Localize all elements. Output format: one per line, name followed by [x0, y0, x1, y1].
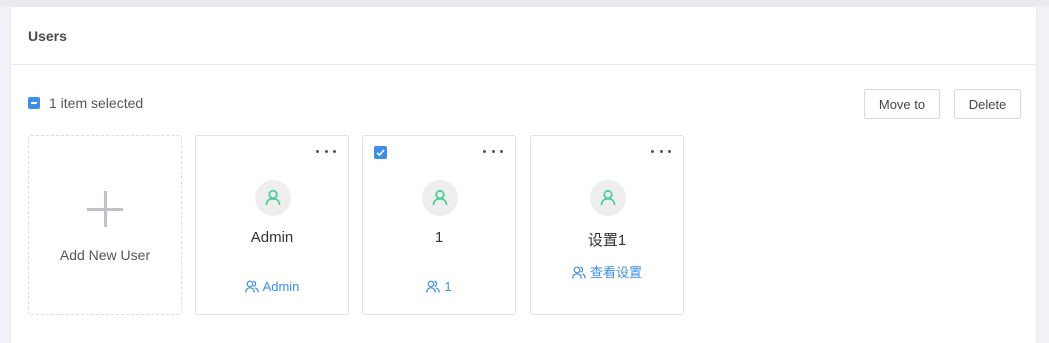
add-user-card[interactable]: Add New User: [28, 135, 182, 315]
panel-title: Users: [28, 27, 67, 44]
user-role-link[interactable]: Admin: [206, 279, 338, 294]
user-card[interactable]: 设置1 查看设置: [530, 135, 684, 315]
avatar: [590, 180, 626, 216]
user-role-label: Admin: [262, 279, 300, 294]
user-card[interactable]: 1 1: [362, 135, 516, 315]
checkbox-checked-icon[interactable]: [374, 146, 387, 159]
more-dots-icon[interactable]: [316, 144, 336, 158]
select-all-checkbox[interactable]: [28, 97, 40, 109]
more-dots-icon[interactable]: [483, 144, 503, 158]
user-icon: [600, 189, 616, 206]
users-group-icon: [426, 280, 441, 293]
avatar: [422, 180, 458, 216]
delete-button[interactable]: Delete: [954, 89, 1021, 119]
user-role-label: 查看设置: [589, 265, 642, 280]
move-to-button[interactable]: Move to: [864, 89, 940, 119]
add-user-label: Add New User: [59, 247, 151, 263]
panel-header: Users: [11, 7, 1036, 65]
user-name: Admin: [250, 229, 294, 246]
user-role-link[interactable]: 查看设置: [571, 265, 643, 280]
selection-count: 1 item selected: [49, 95, 144, 111]
avatar: [255, 180, 291, 216]
more-dots-icon[interactable]: [651, 144, 671, 158]
user-card[interactable]: Admin Admin: [195, 135, 349, 315]
plus-icon: [87, 191, 123, 227]
users-group-icon: [244, 280, 259, 293]
user-icon: [432, 189, 448, 206]
selection-toolbar: 1 item selected Move to Delete: [11, 89, 1036, 121]
user-icon: [265, 189, 281, 206]
user-name: 1: [434, 229, 444, 246]
user-role-link[interactable]: 1: [373, 279, 505, 294]
users-panel: Users 1 item selected Move to Delete Add…: [10, 6, 1037, 343]
user-name: 设置1: [587, 232, 627, 249]
users-group-icon: [572, 266, 586, 279]
user-role-label: 1: [444, 279, 452, 294]
